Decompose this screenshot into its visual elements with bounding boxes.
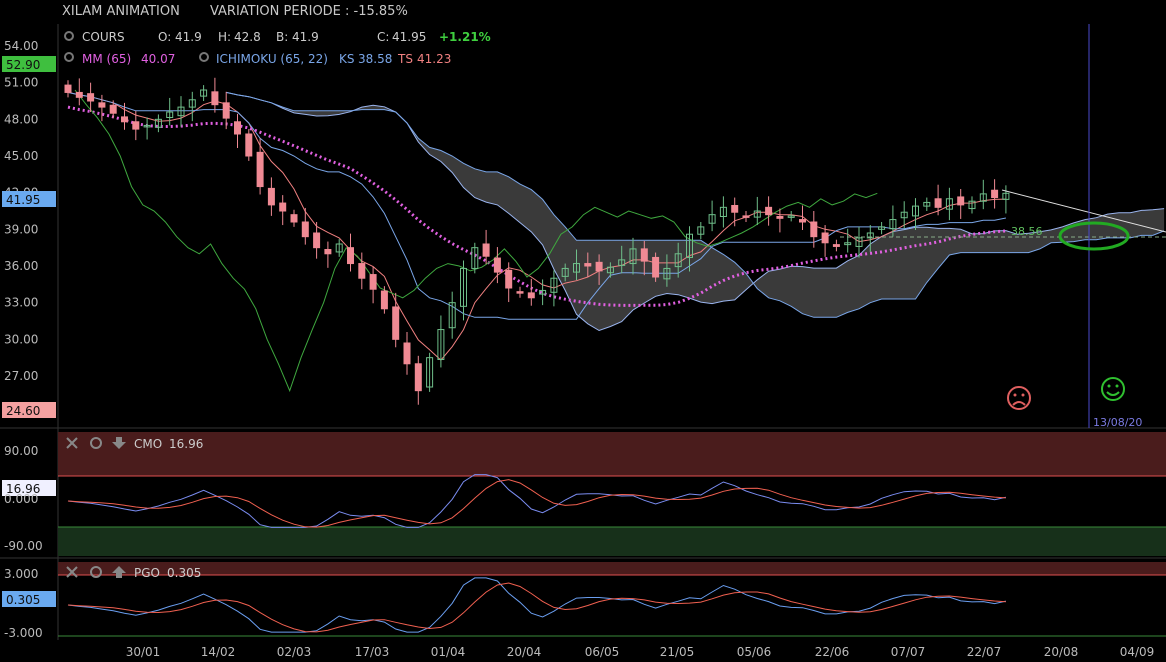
- pgo-tick-top: 3.000: [4, 567, 38, 581]
- mm-value: 40.07: [141, 52, 175, 66]
- y-tick-label: 33.00: [4, 296, 38, 310]
- chart-header: XILAM ANIMATION VARIATION PERIODE : -15.…: [62, 4, 434, 19]
- instrument-name: XILAM ANIMATION: [62, 4, 180, 19]
- candle: [245, 129, 253, 161]
- cmo-value: 16.96: [169, 437, 203, 451]
- x-tick-label: 22/06: [815, 645, 850, 659]
- open-label: O:: [158, 30, 171, 44]
- ks-label: KS: [339, 52, 355, 66]
- ts-label: TS: [397, 52, 413, 66]
- x-tick-label: 17/03: [355, 645, 390, 659]
- high-value: 42.8: [234, 30, 261, 44]
- ks-value: 38.58: [358, 52, 392, 66]
- y-tick-label: 39.00: [4, 222, 38, 236]
- cours-label: COURS: [82, 30, 125, 44]
- x-tick-label: 02/03: [277, 645, 312, 659]
- cmo-tick-mid: 0.000: [4, 492, 38, 506]
- x-tick-label: 05/06: [737, 645, 772, 659]
- cmo-tick-bottom: -90.00: [4, 539, 43, 553]
- min-price-tag-text: 24.60: [6, 404, 40, 418]
- target-date-label: 13/08/20: [1093, 416, 1142, 429]
- cmo-overbought-zone: [58, 432, 1166, 476]
- x-tick-label: 04/09: [1120, 645, 1155, 659]
- current-price-tag-text: 41.95: [6, 193, 40, 207]
- x-tick-label: 22/07: [967, 645, 1002, 659]
- cmo-label: CMO: [134, 437, 162, 451]
- max-price-tag-text: 52.90: [6, 58, 40, 72]
- y-tick-label: 54.00: [4, 39, 38, 53]
- pgo-upper-zone: [58, 562, 1166, 575]
- ichimoku-label: ICHIMOKU (65, 22): [216, 52, 328, 66]
- x-tick-label: 06/05: [585, 645, 620, 659]
- y-tick-label: 48.00: [4, 112, 38, 126]
- y-tick-label: 36.00: [4, 259, 38, 273]
- ts-value: 41.23: [417, 52, 451, 66]
- chart-stage: 54.0051.0048.0045.0042.0039.0036.0033.00…: [0, 0, 1166, 662]
- cmo-tick-top: 90.00: [4, 444, 38, 458]
- low-label: B:: [276, 30, 288, 44]
- x-tick-label: 30/01: [126, 645, 161, 659]
- period-variation: VARIATION PERIODE : -15.85%: [209, 4, 408, 19]
- y-tick-label: 30.00: [4, 332, 38, 346]
- y-tick-label: 27.00: [4, 369, 38, 383]
- y-tick-label: 45.00: [4, 149, 38, 163]
- x-tick-label: 14/02: [201, 645, 236, 659]
- x-tick-label: 20/04: [507, 645, 542, 659]
- x-tick-label: 07/07: [891, 645, 926, 659]
- x-tick-label: 21/05: [660, 645, 695, 659]
- high-label: H:: [218, 30, 231, 44]
- x-tick-label: 01/04: [431, 645, 466, 659]
- mm-label: MM (65): [82, 52, 131, 66]
- low-value: 41.9: [292, 30, 319, 44]
- change-value: +1.21%: [439, 30, 491, 44]
- close-label: C:: [377, 30, 389, 44]
- level-label: 38.56: [1011, 225, 1043, 238]
- pgo-value-tag-text: 0.305: [6, 593, 40, 607]
- x-tick-label: 20/08: [1044, 645, 1079, 659]
- cmo-oversold-zone: [58, 527, 1166, 556]
- pgo-label: PGO: [134, 566, 160, 580]
- pgo-value: 0.305: [167, 566, 201, 580]
- y-tick-label: 51.00: [4, 76, 38, 90]
- close-value: 41.95: [392, 30, 426, 44]
- open-value: 41.9: [175, 30, 202, 44]
- pgo-tick-bottom: -3.000: [4, 626, 43, 640]
- candle: [652, 252, 660, 282]
